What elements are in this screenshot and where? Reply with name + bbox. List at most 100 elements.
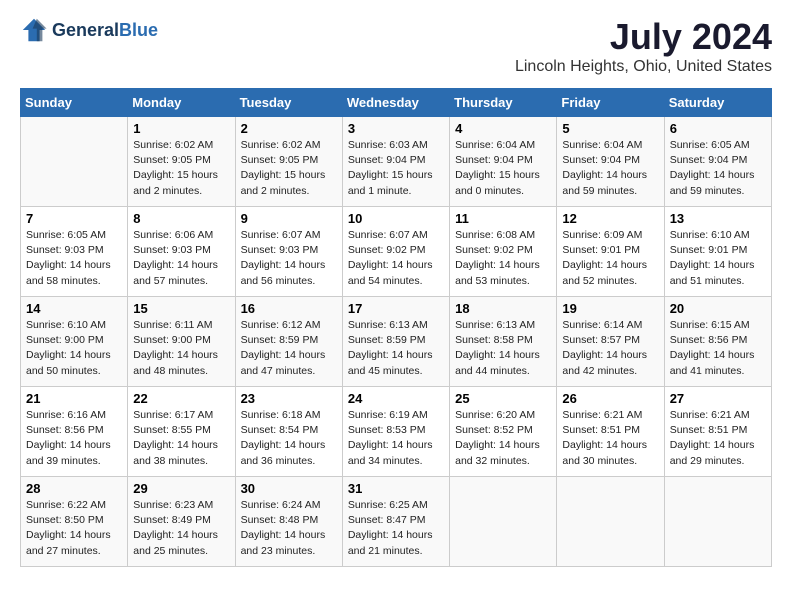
location-title: Lincoln Heights, Ohio, United States [515, 58, 772, 76]
day-number: 3 [348, 121, 444, 136]
day-number: 12 [562, 211, 658, 226]
day-number: 31 [348, 481, 444, 496]
calendar-cell: 19Sunrise: 6:14 AM Sunset: 8:57 PM Dayli… [557, 297, 664, 387]
day-number: 8 [133, 211, 229, 226]
day-number: 11 [455, 211, 551, 226]
calendar-cell [21, 117, 128, 207]
calendar-week-5: 28Sunrise: 6:22 AM Sunset: 8:50 PM Dayli… [21, 477, 772, 567]
day-info: Sunrise: 6:02 AM Sunset: 9:05 PM Dayligh… [133, 138, 229, 199]
day-number: 27 [670, 391, 766, 406]
day-number: 13 [670, 211, 766, 226]
calendar-cell: 1Sunrise: 6:02 AM Sunset: 9:05 PM Daylig… [128, 117, 235, 207]
day-info: Sunrise: 6:25 AM Sunset: 8:47 PM Dayligh… [348, 498, 444, 559]
calendar-cell: 23 Sunrise: 6:18 AM Sunset: 8:54 PM Dayli… [235, 387, 342, 477]
day-info: Sunrise: 6:05 AM Sunset: 9:03 PM Dayligh… [26, 228, 122, 289]
day-info: Sunrise: 6:10 AM Sunset: 9:01 PM Dayligh… [670, 228, 766, 289]
calendar-week-3: 14 Sunrise: 6:10 AM Sunset: 9:00 PM Dayli… [21, 297, 772, 387]
day-info: Sunrise: 6:03 AM Sunset: 9:04 PM Dayligh… [348, 138, 444, 199]
calendar-cell: 22 Sunrise: 6:17 AM Sunset: 8:55 PM Dayli… [128, 387, 235, 477]
calendar-cell [664, 477, 771, 567]
day-info: Sunrise: 6:21 AM Sunset: 8:51 PM Dayligh… [670, 408, 766, 469]
day-info: Sunrise: 6:13 AM Sunset: 8:59 PM Dayligh… [348, 318, 444, 379]
calendar-cell: 13 Sunrise: 6:10 AM Sunset: 9:01 PM Dayli… [664, 207, 771, 297]
day-info: Sunrise: 6:15 AM Sunset: 8:56 PM Dayligh… [670, 318, 766, 379]
day-number: 29 [133, 481, 229, 496]
day-info: Sunrise: 6:02 AM Sunset: 9:05 PM Dayligh… [241, 138, 337, 199]
calendar-cell: 14 Sunrise: 6:10 AM Sunset: 9:00 PM Dayli… [21, 297, 128, 387]
day-number: 21 [26, 391, 122, 406]
day-number: 20 [670, 301, 766, 316]
page-header: GeneralBlue July 2024 Lincoln Heights, O… [20, 16, 772, 76]
day-info: Sunrise: 6:04 AM Sunset: 9:04 PM Dayligh… [455, 138, 551, 199]
calendar-cell: 5 Sunrise: 6:04 AM Sunset: 9:04 PM Daylig… [557, 117, 664, 207]
calendar-cell: 28Sunrise: 6:22 AM Sunset: 8:50 PM Dayli… [21, 477, 128, 567]
calendar-cell: 26 Sunrise: 6:21 AM Sunset: 8:51 PM Dayli… [557, 387, 664, 477]
header-saturday: Saturday [664, 89, 771, 117]
calendar-cell: 3 Sunrise: 6:03 AM Sunset: 9:04 PM Daylig… [342, 117, 449, 207]
logo-blue: Blue [119, 20, 158, 40]
calendar-cell [450, 477, 557, 567]
day-info: Sunrise: 6:08 AM Sunset: 9:02 PM Dayligh… [455, 228, 551, 289]
header-thursday: Thursday [450, 89, 557, 117]
logo-text: GeneralBlue [52, 20, 158, 41]
day-info: Sunrise: 6:11 AM Sunset: 9:00 PM Dayligh… [133, 318, 229, 379]
calendar-cell: 27 Sunrise: 6:21 AM Sunset: 8:51 PM Dayli… [664, 387, 771, 477]
calendar-cell: 21 Sunrise: 6:16 AM Sunset: 8:56 PM Dayli… [21, 387, 128, 477]
day-info: Sunrise: 6:18 AM Sunset: 8:54 PM Dayligh… [241, 408, 337, 469]
calendar-week-2: 7 Sunrise: 6:05 AM Sunset: 9:03 PM Daylig… [21, 207, 772, 297]
day-number: 16 [241, 301, 337, 316]
day-info: Sunrise: 6:07 AM Sunset: 9:02 PM Dayligh… [348, 228, 444, 289]
day-number: 4 [455, 121, 551, 136]
header-wednesday: Wednesday [342, 89, 449, 117]
calendar-cell: 24 Sunrise: 6:19 AM Sunset: 8:53 PM Dayli… [342, 387, 449, 477]
day-number: 26 [562, 391, 658, 406]
day-info: Sunrise: 6:17 AM Sunset: 8:55 PM Dayligh… [133, 408, 229, 469]
day-info: Sunrise: 6:16 AM Sunset: 8:56 PM Dayligh… [26, 408, 122, 469]
calendar-header-row: SundayMondayTuesdayWednesdayThursdayFrid… [21, 89, 772, 117]
calendar-cell: 6Sunrise: 6:05 AM Sunset: 9:04 PM Daylig… [664, 117, 771, 207]
day-number: 7 [26, 211, 122, 226]
day-number: 6 [670, 121, 766, 136]
day-number: 24 [348, 391, 444, 406]
day-info: Sunrise: 6:19 AM Sunset: 8:53 PM Dayligh… [348, 408, 444, 469]
calendar-cell: 30Sunrise: 6:24 AM Sunset: 8:48 PM Dayli… [235, 477, 342, 567]
calendar-cell: 25Sunrise: 6:20 AM Sunset: 8:52 PM Dayli… [450, 387, 557, 477]
day-number: 2 [241, 121, 337, 136]
calendar-cell: 20 Sunrise: 6:15 AM Sunset: 8:56 PM Dayli… [664, 297, 771, 387]
day-info: Sunrise: 6:12 AM Sunset: 8:59 PM Dayligh… [241, 318, 337, 379]
day-info: Sunrise: 6:07 AM Sunset: 9:03 PM Dayligh… [241, 228, 337, 289]
logo: GeneralBlue [20, 16, 158, 44]
day-info: Sunrise: 6:04 AM Sunset: 9:04 PM Dayligh… [562, 138, 658, 199]
calendar-cell: 29 Sunrise: 6:23 AM Sunset: 8:49 PM Dayli… [128, 477, 235, 567]
day-info: Sunrise: 6:21 AM Sunset: 8:51 PM Dayligh… [562, 408, 658, 469]
calendar-week-4: 21 Sunrise: 6:16 AM Sunset: 8:56 PM Dayli… [21, 387, 772, 477]
day-number: 22 [133, 391, 229, 406]
calendar-cell [557, 477, 664, 567]
day-number: 10 [348, 211, 444, 226]
calendar-week-1: 1Sunrise: 6:02 AM Sunset: 9:05 PM Daylig… [21, 117, 772, 207]
day-number: 23 [241, 391, 337, 406]
calendar-cell: 11 Sunrise: 6:08 AM Sunset: 9:02 PM Dayli… [450, 207, 557, 297]
day-info: Sunrise: 6:22 AM Sunset: 8:50 PM Dayligh… [26, 498, 122, 559]
calendar-table: SundayMondayTuesdayWednesdayThursdayFrid… [20, 88, 772, 567]
day-number: 5 [562, 121, 658, 136]
day-number: 19 [562, 301, 658, 316]
header-friday: Friday [557, 89, 664, 117]
day-info: Sunrise: 6:13 AM Sunset: 8:58 PM Dayligh… [455, 318, 551, 379]
header-monday: Monday [128, 89, 235, 117]
day-info: Sunrise: 6:23 AM Sunset: 8:49 PM Dayligh… [133, 498, 229, 559]
day-number: 17 [348, 301, 444, 316]
header-sunday: Sunday [21, 89, 128, 117]
day-info: Sunrise: 6:10 AM Sunset: 9:00 PM Dayligh… [26, 318, 122, 379]
title-area: July 2024 Lincoln Heights, Ohio, United … [515, 16, 772, 76]
day-number: 30 [241, 481, 337, 496]
calendar-cell: 10 Sunrise: 6:07 AM Sunset: 9:02 PM Dayli… [342, 207, 449, 297]
calendar-cell: 7 Sunrise: 6:05 AM Sunset: 9:03 PM Daylig… [21, 207, 128, 297]
day-info: Sunrise: 6:06 AM Sunset: 9:03 PM Dayligh… [133, 228, 229, 289]
header-tuesday: Tuesday [235, 89, 342, 117]
calendar-cell: 9Sunrise: 6:07 AM Sunset: 9:03 PM Daylig… [235, 207, 342, 297]
day-number: 14 [26, 301, 122, 316]
logo-general: General [52, 20, 119, 40]
month-title: July 2024 [515, 16, 772, 58]
calendar-cell: 4 Sunrise: 6:04 AM Sunset: 9:04 PM Daylig… [450, 117, 557, 207]
